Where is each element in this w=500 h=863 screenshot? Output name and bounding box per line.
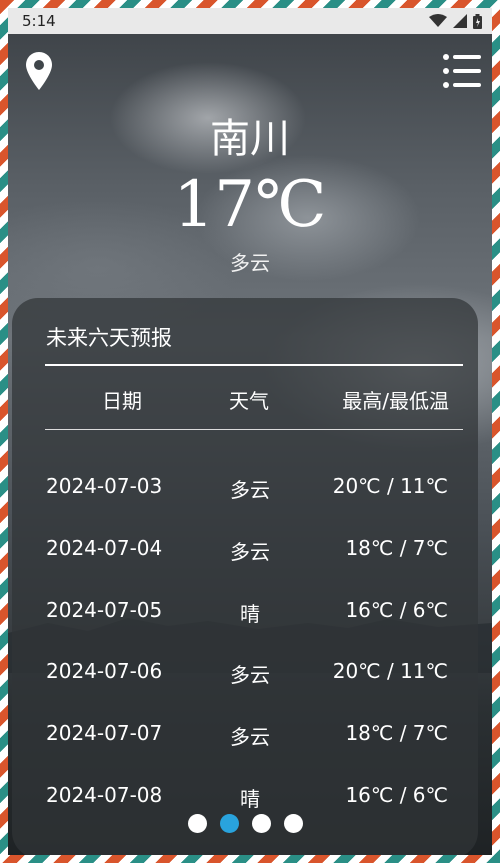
location-pin-icon[interactable]	[25, 51, 53, 91]
title-divider	[45, 364, 463, 366]
page-dot[interactable]	[188, 814, 207, 833]
forecast-title: 未来六天预报	[46, 326, 172, 350]
row-temp: 16℃ / 6℃	[345, 598, 448, 622]
row-date: 2024-07-04	[46, 536, 163, 560]
row-weather: 晴	[240, 602, 260, 626]
row-weather: 多云	[230, 478, 270, 502]
menu-icon[interactable]	[443, 53, 481, 89]
header-date: 日期	[102, 389, 142, 413]
forecast-row: 2024-07-07 多云 18℃ / 7℃	[12, 721, 478, 761]
row-weather: 多云	[230, 540, 270, 564]
city-name: 南川	[210, 116, 290, 162]
row-date: 2024-07-06	[46, 659, 163, 683]
forecast-row: 2024-07-05 晴 16℃ / 6℃	[12, 598, 478, 638]
current-temperature: 17℃	[173, 168, 327, 242]
row-date: 2024-07-05	[46, 598, 163, 622]
row-temp: 18℃ / 7℃	[345, 536, 448, 560]
page-dot[interactable]	[284, 814, 303, 833]
signal-icon	[453, 14, 467, 28]
row-date: 2024-07-07	[46, 721, 163, 745]
status-icons	[429, 13, 482, 29]
row-temp: 20℃ / 11℃	[332, 659, 448, 683]
row-temp: 16℃ / 6℃	[345, 783, 448, 807]
row-date: 2024-07-08	[46, 783, 163, 807]
forecast-card: 未来六天预报 日期 天气 最高/最低温 2024-07-03 多云 20℃ / …	[12, 298, 478, 855]
forecast-row: 2024-07-04 多云 18℃ / 7℃	[12, 536, 478, 576]
wifi-icon	[429, 14, 447, 27]
row-temp: 20℃ / 11℃	[332, 474, 448, 498]
forecast-row: 2024-07-03 多云 20℃ / 11℃	[12, 474, 478, 514]
row-weather: 多云	[230, 663, 270, 687]
page-indicator	[188, 814, 303, 833]
app-screen: 5:14 南川 17℃ 多云 未来六天预报 日期 天气 最高/最低温 2024-…	[8, 8, 492, 855]
row-temp: 18℃ / 7℃	[345, 721, 448, 745]
header-temp: 最高/最低温	[342, 389, 449, 413]
battery-icon	[473, 13, 482, 29]
header-weather: 天气	[229, 389, 269, 413]
status-time: 5:14	[22, 12, 56, 30]
current-condition: 多云	[230, 251, 270, 275]
page-dot-active[interactable]	[220, 814, 239, 833]
header-divider	[45, 429, 463, 430]
row-date: 2024-07-03	[46, 474, 163, 498]
status-bar: 5:14	[8, 8, 492, 34]
row-weather: 晴	[240, 787, 260, 811]
page-dot[interactable]	[252, 814, 271, 833]
forecast-row: 2024-07-06 多云 20℃ / 11℃	[12, 659, 478, 699]
row-weather: 多云	[230, 725, 270, 749]
